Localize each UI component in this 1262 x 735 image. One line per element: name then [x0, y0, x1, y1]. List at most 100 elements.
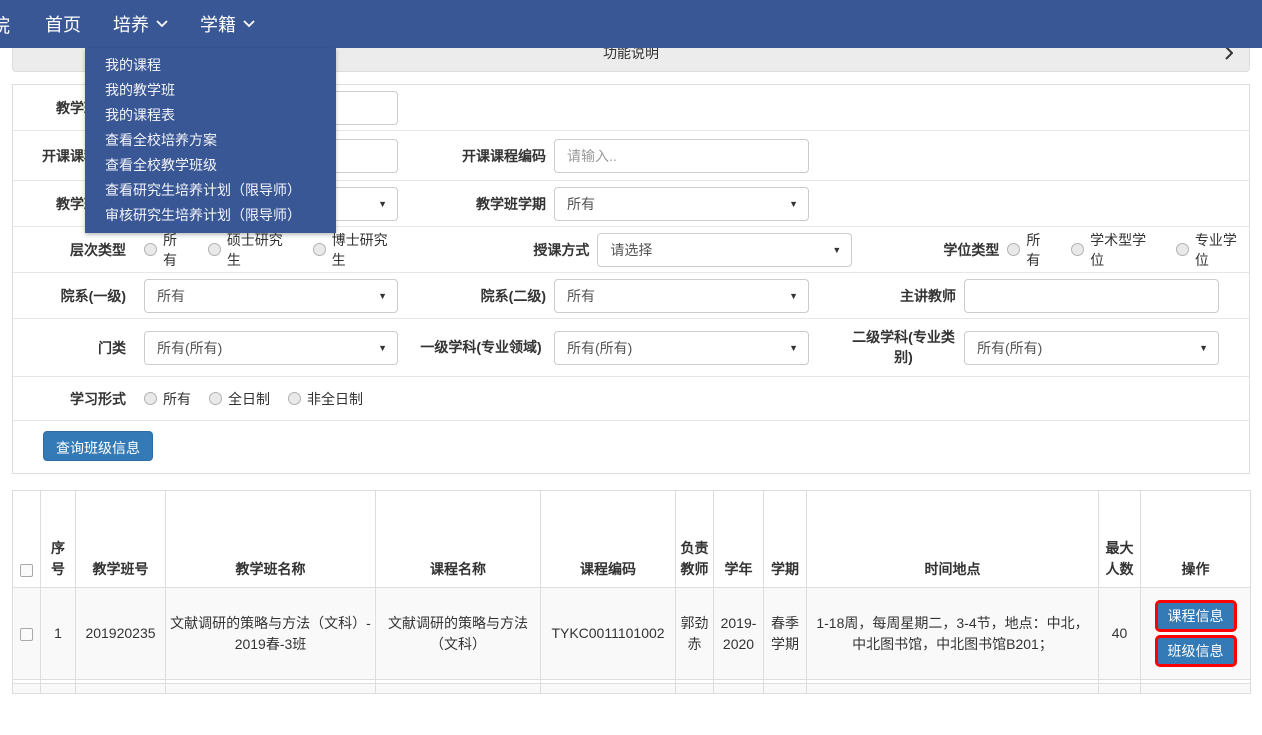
radio-degree-academic[interactable]: 学术型学位: [1071, 230, 1158, 270]
radio-icon[interactable]: [288, 392, 301, 405]
chevron-right-icon: [1225, 46, 1233, 60]
query-class-info-button[interactable]: 查询班级信息: [43, 431, 153, 461]
nav-item-training[interactable]: 培养: [113, 11, 168, 37]
cell-max-students: 40: [1098, 587, 1141, 680]
cell-class-name: 文献调研的策略与方法（文科）-2019春-3班: [165, 587, 376, 680]
course-code-input[interactable]: [555, 139, 808, 172]
dept-level2-value: 所有: [567, 287, 595, 304]
radio-form-all[interactable]: 所有: [144, 389, 191, 409]
nav-home-label: 首页: [45, 15, 81, 35]
dept-level2-select[interactable]: 所有 ▼: [554, 278, 809, 313]
select-caret-icon: ▼: [832, 244, 842, 255]
select-caret-icon: ▼: [1199, 342, 1208, 353]
subject2-select[interactable]: 所有(所有) ▼: [964, 330, 1219, 365]
degree-type-radio-group: 所有 学术型学位 专业学位: [1007, 230, 1249, 270]
select-caret-icon: ▼: [789, 198, 798, 209]
radio-form-parttime-label: 非全日制: [307, 390, 363, 407]
teach-mode-label: 授课方式: [533, 241, 590, 258]
radio-level-doctor-label: 博士研究生: [331, 231, 388, 268]
lecturer-input[interactable]: [965, 279, 1218, 312]
course-info-button[interactable]: 课程信息: [1154, 600, 1237, 632]
class-results-table: 序号 教学班号 教学班名称 课程名称 课程编码 负责教师 学年 学期 时间地点 …: [12, 490, 1251, 694]
select-caret-icon: ▼: [789, 342, 798, 353]
dept-level1-value: 所有: [157, 287, 185, 304]
cell-seq: 1: [40, 587, 76, 680]
teach-mode-select[interactable]: 请选择 ▼: [597, 232, 853, 267]
radio-icon[interactable]: [1007, 243, 1021, 256]
lecturer-label: 主讲教师: [900, 287, 956, 304]
radio-form-fulltime[interactable]: 全日制: [209, 389, 270, 409]
select-all-checkbox[interactable]: [20, 563, 33, 577]
class-info-button[interactable]: 班级信息: [1154, 635, 1237, 667]
menu-item-my-timetable[interactable]: 我的课程表: [85, 103, 336, 128]
dept-level2-label: 院系(二级): [480, 287, 546, 304]
degree-type-label: 学位类型: [943, 241, 1000, 258]
nav-training-label: 培养: [113, 15, 149, 35]
nav-item-student-status[interactable]: 学籍: [200, 11, 255, 37]
radio-form-parttime[interactable]: 非全日制: [288, 389, 363, 409]
radio-degree-all[interactable]: 所有: [1007, 230, 1053, 270]
subject2-value: 所有(所有): [977, 339, 1043, 356]
radio-icon[interactable]: [312, 243, 326, 256]
radio-icon[interactable]: [1071, 243, 1085, 256]
cell-course-name: 文献调研的策略与方法（文科）: [375, 587, 541, 680]
brand-text-clipped: 院: [0, 15, 11, 37]
cell-actions: 课程信息 班级信息: [1140, 587, 1251, 680]
cell-year: 2019-2020: [713, 587, 764, 680]
header-teacher: 负责教师: [675, 490, 714, 588]
table-row-partial-2: [12, 683, 1251, 694]
radio-icon[interactable]: [207, 243, 221, 256]
radio-level-master-label: 硕士研究生: [226, 231, 283, 268]
header-time-place: 时间地点: [806, 490, 1099, 588]
category-value: 所有(所有): [157, 339, 223, 356]
cell-term: 春季学期: [763, 587, 807, 680]
cell-class-no: 201920235: [75, 587, 166, 680]
select-caret-icon: ▼: [378, 342, 387, 353]
filter-row-departments: 院系(一级) 所有 ▼ 院系(二级) 所有 ▼ 主讲教师: [13, 273, 1249, 319]
menu-item-my-courses[interactable]: 我的课程: [85, 53, 336, 78]
course-code-label: 开课课程编码: [462, 147, 546, 164]
radio-icon[interactable]: [144, 243, 157, 256]
radio-degree-academic-label: 学术型学位: [1090, 231, 1147, 268]
cell-select: [12, 587, 41, 680]
class-term-value: 所有: [567, 195, 595, 212]
dept-level1-select[interactable]: 所有 ▼: [144, 278, 398, 313]
training-dropdown-menu: 我的课程 我的教学班 我的课程表 查看全校培养方案 查看全校教学班级 查看研究生…: [85, 48, 336, 233]
menu-item-view-school-training-plans[interactable]: 查看全校培养方案: [85, 128, 336, 153]
radio-level-master[interactable]: 硕士研究生: [207, 230, 295, 270]
level-type-radio-group: 所有 硕士研究生 博士研究生: [144, 230, 399, 270]
class-term-select[interactable]: 所有 ▼: [554, 186, 809, 221]
study-form-label: 学习形式: [70, 390, 126, 407]
level-type-label: 层次类型: [70, 241, 126, 258]
subject1-label: 一级学科(专业领域): [420, 338, 542, 355]
radio-icon[interactable]: [1175, 243, 1189, 256]
header-year: 学年: [713, 490, 764, 588]
filter-button-row: 查询班级信息: [13, 421, 1249, 473]
nav-item-home[interactable]: 首页: [45, 11, 81, 37]
teach-mode-value: 请选择: [610, 241, 653, 258]
header-class-no: 教学班号: [75, 490, 166, 588]
menu-item-my-teaching-classes[interactable]: 我的教学班: [85, 78, 336, 103]
radio-degree-professional[interactable]: 专业学位: [1175, 230, 1249, 270]
study-form-radio-group: 所有 全日制 非全日制: [144, 389, 363, 409]
radio-icon[interactable]: [144, 392, 157, 405]
class-term-label: 教学班学期: [476, 195, 546, 212]
menu-item-review-grad-training-plan[interactable]: 审核研究生培养计划（限导师）: [85, 203, 336, 228]
radio-icon[interactable]: [209, 392, 222, 405]
select-caret-icon: ▼: [789, 290, 798, 301]
subject1-select[interactable]: 所有(所有) ▼: [554, 330, 809, 365]
row-checkbox[interactable]: [20, 627, 33, 641]
dept-level1-label: 院系(一级): [60, 287, 126, 304]
table-header-row: 序号 教学班号 教学班名称 课程名称 课程编码 负责教师 学年 学期 时间地点 …: [12, 490, 1251, 588]
category-select[interactable]: 所有(所有) ▼: [144, 330, 398, 365]
table-row: 1 201920235 文献调研的策略与方法（文科）-2019春-3班 文献调研…: [12, 587, 1251, 680]
menu-item-view-grad-training-plan[interactable]: 查看研究生培养计划（限导师）: [85, 178, 336, 203]
radio-level-all[interactable]: 所有: [144, 230, 190, 270]
menu-item-view-school-teaching-classes[interactable]: 查看全校教学班级: [85, 153, 336, 178]
select-caret-icon: ▼: [378, 198, 387, 209]
filter-row-subjects: 门类 所有(所有) ▼ 一级学科(专业领域) 所有(所有) ▼ 二级学科(专业类…: [13, 319, 1249, 377]
header-course-name: 课程名称: [375, 490, 541, 588]
radio-level-doctor[interactable]: 博士研究生: [312, 230, 400, 270]
header-course-code: 课程编码: [540, 490, 676, 588]
top-navbar: 院 首页 培养 学籍: [0, 0, 1262, 48]
